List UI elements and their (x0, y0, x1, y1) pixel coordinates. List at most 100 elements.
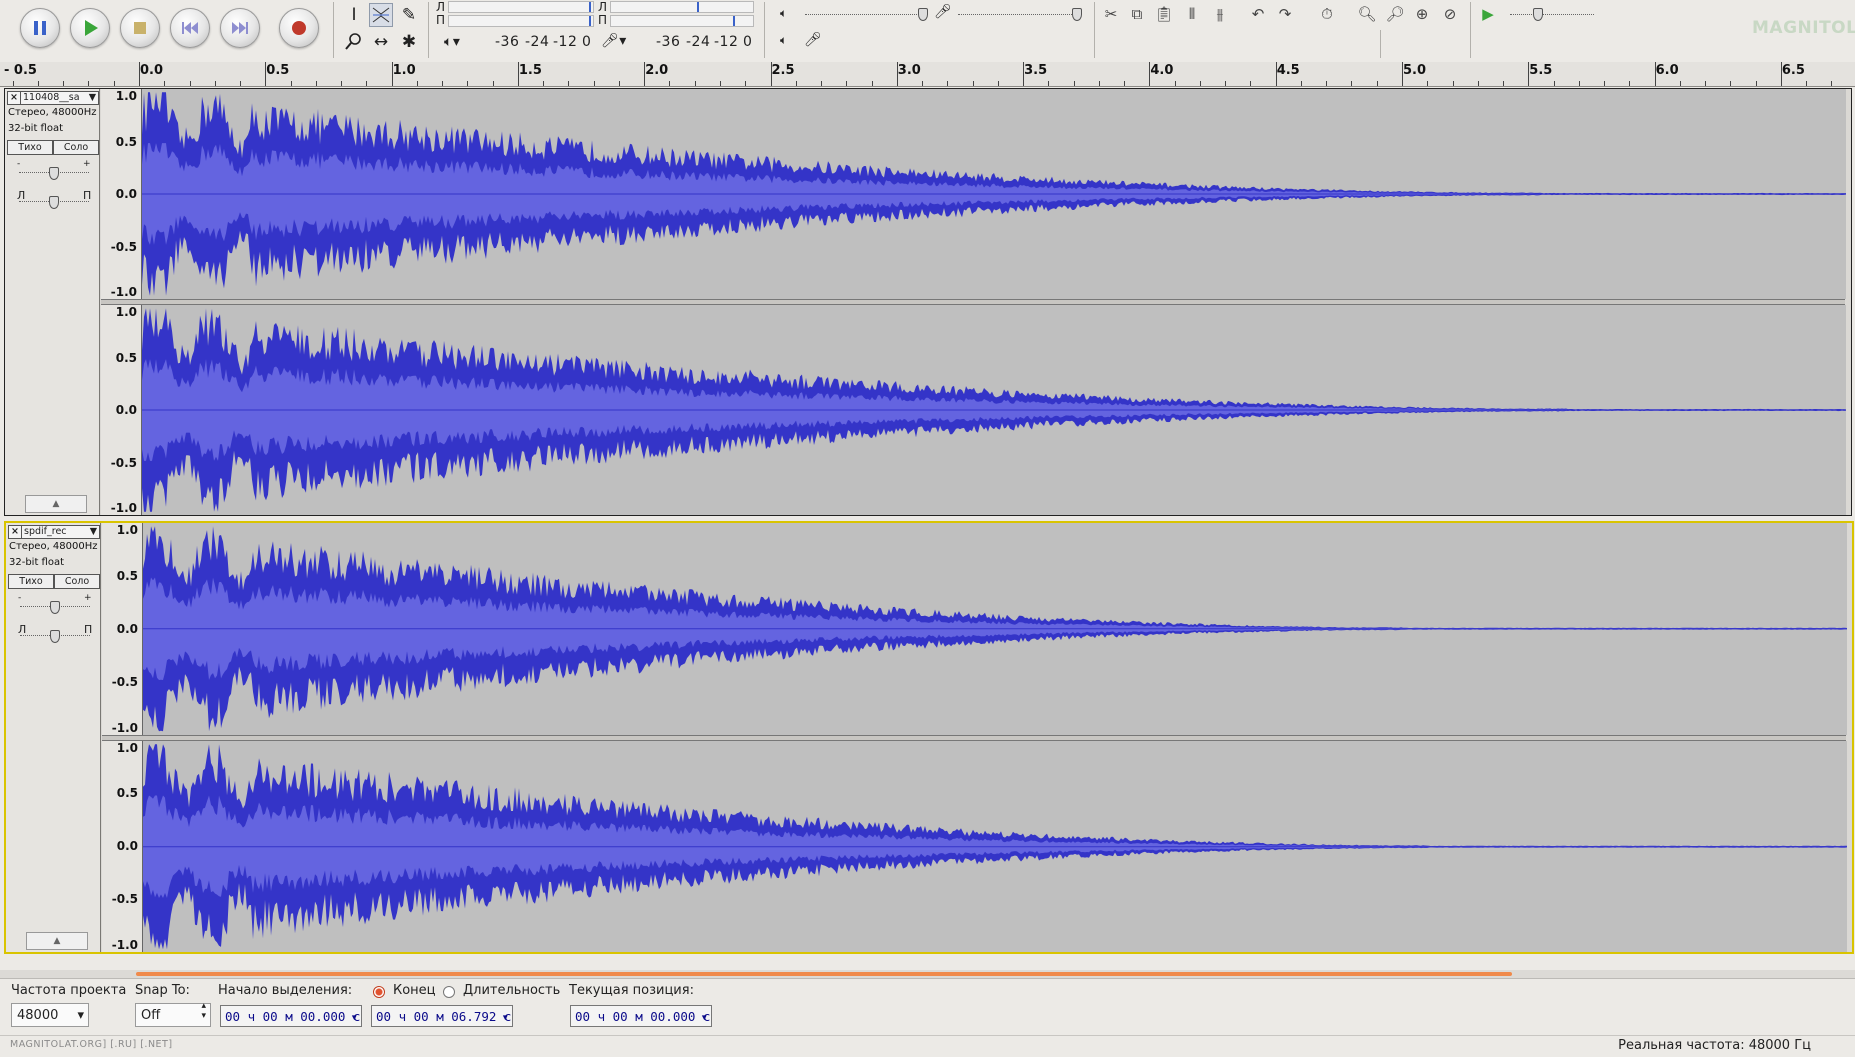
trim-icon[interactable]: ⫴ (1180, 2, 1204, 26)
horizontal-scrollbar[interactable] (0, 970, 1855, 978)
amplitude-ruler[interactable]: 1.0 0.5 0.0 -0.5 -1.0 (102, 523, 142, 735)
project-rate-select[interactable]: 48000 ▾ (11, 1003, 89, 1027)
amplitude-label: 0.0 (115, 187, 137, 201)
ruler-minor-tick (416, 81, 418, 86)
waveform-channel[interactable] (142, 523, 1847, 735)
rec-meter-left[interactable] (610, 1, 754, 13)
sync-lock-icon[interactable]: ⏱︎ (1315, 2, 1339, 26)
recording-device-icon[interactable]: 🎤︎ (804, 32, 822, 48)
selection-end-time[interactable]: 00 ч 00 м 06.792 с ▾ (371, 1005, 513, 1027)
ruler-minor-tick (1528, 81, 1530, 86)
paste-icon[interactable]: 📋︎ (1152, 2, 1176, 26)
redo-icon[interactable]: ↷ (1273, 2, 1297, 26)
track-control-panel[interactable]: × spdif_rec ▼ Стерео, 48000Hz 32-bit flo… (6, 523, 101, 952)
playback-device-icon[interactable]: 🔈︎ (780, 33, 788, 48)
track-name-menu[interactable]: × spdif_rec ▼ (8, 525, 100, 539)
gain-minus-label: - (17, 159, 21, 169)
selection-tool-icon[interactable]: I (342, 3, 366, 27)
zoom-out-icon[interactable]: 🔎︎ (1383, 2, 1407, 26)
horizontal-scroll-thumb[interactable] (136, 972, 1512, 976)
fit-project-icon[interactable]: ⊘ (1438, 2, 1462, 26)
gain-knob[interactable] (50, 601, 60, 614)
ruler-start-label: - 0.5 (4, 63, 37, 78)
input-volume-knob[interactable] (1072, 8, 1082, 21)
fit-selection-icon[interactable]: ⊕ (1410, 2, 1434, 26)
solo-button[interactable]: Соло (54, 574, 100, 589)
ruler-minor-tick (871, 81, 873, 86)
chevron-down-icon[interactable]: ▼ (89, 92, 96, 104)
output-volume-knob[interactable] (918, 8, 928, 21)
amplitude-ruler[interactable]: 1.0 0.5 0.0 -0.5 -1.0 (101, 305, 141, 515)
play-meter-right[interactable] (448, 15, 594, 27)
amplitude-label: -0.5 (110, 239, 137, 254)
track-control-panel[interactable]: × 110408__sa ▼ Стерео, 48000Hz 32-bit fl… (5, 89, 100, 515)
cut-icon[interactable]: ✂ (1099, 2, 1123, 26)
skip-to-start-button[interactable] (170, 8, 210, 48)
ruler-minor-tick (1098, 81, 1100, 86)
track-bit-depth: 32-bit float (9, 557, 65, 568)
ruler-label: 4.0 (1150, 63, 1174, 78)
timeshift-tool-icon[interactable]: ↔ (369, 30, 393, 54)
ruler-minor-tick (189, 81, 191, 86)
output-volume-slider[interactable] (805, 14, 925, 15)
envelope-tool-icon[interactable] (369, 3, 393, 27)
play-meter-left[interactable] (448, 1, 594, 13)
gain-knob[interactable] (49, 167, 59, 180)
track-name-menu[interactable]: × 110408__sa ▼ (7, 91, 99, 105)
close-icon[interactable]: × (9, 526, 22, 538)
ruler-minor-tick (896, 81, 898, 86)
selection-start-time[interactable]: 00 ч 00 м 00.000 с ▾ (220, 1005, 362, 1027)
mute-button[interactable]: Тихо (7, 140, 53, 155)
collapse-track-button[interactable]: ▲ (26, 932, 88, 950)
input-volume-slider[interactable] (958, 14, 1076, 15)
ruler-minor-tick (1553, 81, 1555, 86)
selection-start-label: Начало выделения: (218, 983, 353, 998)
play-button[interactable] (70, 8, 110, 48)
waveform-channel[interactable] (141, 305, 1846, 515)
ruler-minor-tick (1174, 81, 1176, 86)
waveform-channel[interactable] (141, 89, 1846, 299)
zoom-in-icon[interactable]: 🔍︎ (1355, 2, 1379, 26)
snap-to-select[interactable]: Off ▴ ▾ (135, 1001, 211, 1027)
waveform (143, 526, 1847, 732)
copy-icon[interactable]: ⧉ (1125, 2, 1149, 26)
speaker-icon[interactable]: 🔈︎▾ (444, 34, 460, 50)
ruler-label: 1.5 (518, 63, 542, 78)
play-speed-knob[interactable] (1533, 8, 1543, 21)
audio-position-time[interactable]: 00 ч 00 м 00.000 с ▾ (570, 1005, 712, 1027)
audio-track[interactable]: × 110408__sa ▼ Стерео, 48000Hz 32-bit fl… (4, 88, 1852, 516)
close-icon[interactable]: × (8, 92, 21, 104)
multi-tool-icon[interactable]: ✱ (397, 30, 421, 54)
mute-button[interactable]: Тихо (8, 574, 54, 589)
audio-track[interactable]: × spdif_rec ▼ Стерео, 48000Hz 32-bit flo… (4, 521, 1854, 954)
chevron-down-icon[interactable]: ▼ (90, 526, 97, 538)
play-speed-slider[interactable] (1510, 14, 1594, 15)
timeline-ruler[interactable]: - 0.5 0.0 0.5 1.0 1.5 2.0 2.5 3.0 3.5 4.0 4.5 5.0 5… (0, 62, 1855, 87)
record-button[interactable] (279, 8, 319, 48)
length-radio[interactable] (443, 986, 455, 998)
ruler-minor-tick (694, 81, 696, 86)
pan-knob[interactable] (49, 196, 59, 209)
ruler-minor-tick (719, 81, 721, 86)
solo-button[interactable]: Соло (53, 140, 99, 155)
play-at-speed-icon[interactable]: ▶ (1476, 2, 1500, 26)
amplitude-ruler[interactable]: 1.0 0.5 0.0 -0.5 -1.0 (102, 740, 142, 952)
pan-knob[interactable] (50, 630, 60, 643)
selection-end-value: 00 ч 00 м 06.792 с (376, 1009, 512, 1024)
rec-meter-right[interactable] (610, 15, 754, 27)
ruler-minor-tick (1503, 81, 1505, 86)
stop-button[interactable] (120, 8, 160, 48)
waveform-channel[interactable] (142, 740, 1847, 952)
draw-tool-icon[interactable]: ✎ (397, 3, 421, 27)
end-radio[interactable] (373, 986, 385, 998)
microphone-icon[interactable]: 🎤︎▾ (601, 33, 627, 49)
pause-button[interactable] (20, 8, 60, 48)
audio-position-value: 00 ч 00 м 00.000 с (575, 1009, 711, 1024)
silence-icon[interactable]: ⫵ (1208, 2, 1232, 26)
skip-to-end-button[interactable] (220, 8, 260, 48)
zoom-tool-icon[interactable] (342, 30, 366, 54)
collapse-track-button[interactable]: ▲ (25, 495, 87, 513)
amplitude-ruler[interactable]: 1.0 0.5 0.0 -0.5 -1.0 (101, 89, 141, 299)
pause-icon (34, 21, 46, 35)
undo-icon[interactable]: ↶ (1246, 2, 1270, 26)
